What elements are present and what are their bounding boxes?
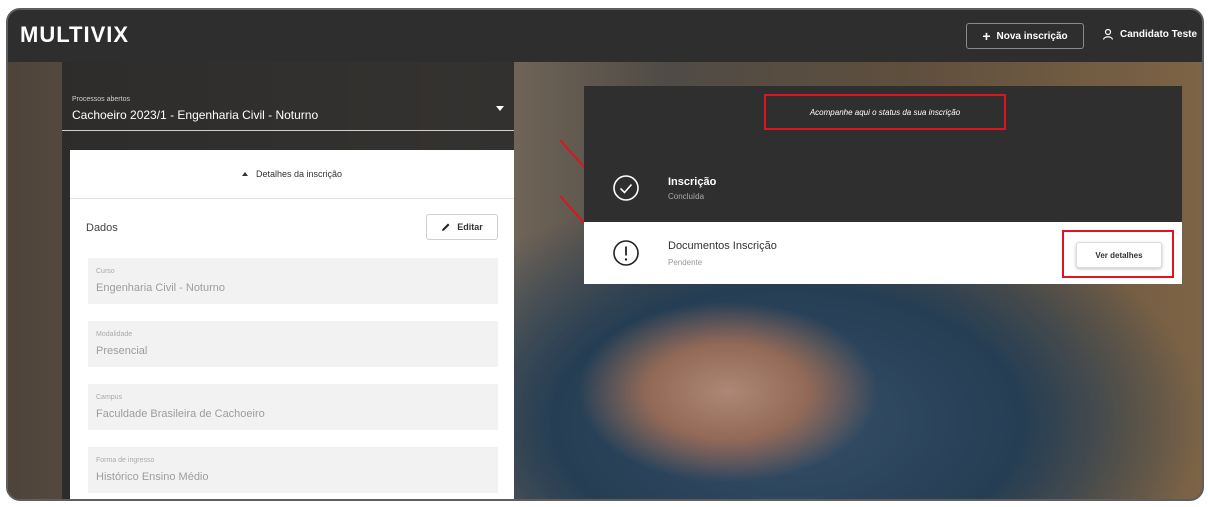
field-label: Curso [96, 268, 115, 275]
edit-label: Editar [457, 222, 483, 232]
field-value: Presencial [96, 345, 148, 357]
check-circle-icon [613, 175, 639, 201]
app-window: MULTIVIX + Nova inscrição Candidato Test… [6, 8, 1204, 501]
select-underline [62, 130, 514, 131]
chevron-up-icon [241, 172, 248, 176]
status-panel: Acompanhe aqui o status da sua inscrição… [584, 86, 1182, 284]
user-menu[interactable]: Candidato Teste [1102, 28, 1197, 40]
status-header: Acompanhe aqui o status da sua inscrição [584, 86, 1182, 156]
field-value: Engenharia Civil - Noturno [96, 282, 226, 294]
step-status: Pendente [668, 258, 703, 267]
step-status: Concluída [668, 192, 705, 201]
step-registration: Inscrição Concluída [584, 156, 1182, 222]
course-field: Curso Engenharia Civil - Noturno [88, 258, 498, 304]
pencil-icon [442, 223, 450, 231]
step-documents: Documentos Inscrição Pendente Ver detalh… [584, 222, 1182, 284]
field-value: Faculdade Brasileira de Cachoeiro [96, 408, 265, 420]
new-registration-label: Nova inscrição [996, 30, 1068, 42]
modality-field: Modalidade Presencial [88, 321, 498, 367]
top-bar: MULTIVIX + Nova inscrição Candidato Test… [8, 10, 1202, 62]
field-label: Modalidade [96, 331, 133, 338]
view-details-button[interactable]: Ver detalhes [1076, 242, 1162, 268]
plus-icon: + [982, 28, 991, 44]
user-name: Candidato Teste [1120, 28, 1198, 40]
field-label: Forma de ingresso [96, 457, 155, 464]
details-toggle[interactable]: Detalhes da inscrição [70, 150, 514, 199]
chevron-down-icon[interactable] [496, 106, 504, 111]
status-title: Acompanhe aqui o status da sua inscrição [764, 94, 1006, 130]
field-label: Campus [96, 394, 123, 401]
user-icon [1102, 28, 1114, 40]
admission-type-field: Forma de ingresso Histórico Ensino Médio [88, 447, 498, 493]
left-panel: Processos abertos Cachoeiro 2023/1 - Eng… [62, 62, 514, 499]
alert-circle-icon [613, 240, 639, 266]
step-title: Documentos Inscrição [668, 240, 777, 252]
campus-field: Campus Faculdade Brasileira de Cachoeiro [88, 384, 498, 430]
highlight-box: Ver detalhes [1062, 230, 1174, 278]
process-select[interactable]: Cachoeiro 2023/1 - Engenharia Civil - No… [72, 108, 318, 122]
edit-button[interactable]: Editar [426, 214, 498, 240]
registration-details-card: Detalhes da inscrição Dados Editar Curso… [70, 150, 514, 499]
field-value: Histórico Ensino Médio [96, 471, 209, 483]
section-title: Dados [86, 222, 118, 234]
new-registration-button[interactable]: + Nova inscrição [966, 23, 1084, 49]
details-title: Detalhes da inscrição [255, 169, 343, 179]
logo: MULTIVIX [20, 22, 130, 47]
step-title: Inscrição [668, 176, 717, 188]
process-label: Processos abertos [72, 96, 130, 103]
